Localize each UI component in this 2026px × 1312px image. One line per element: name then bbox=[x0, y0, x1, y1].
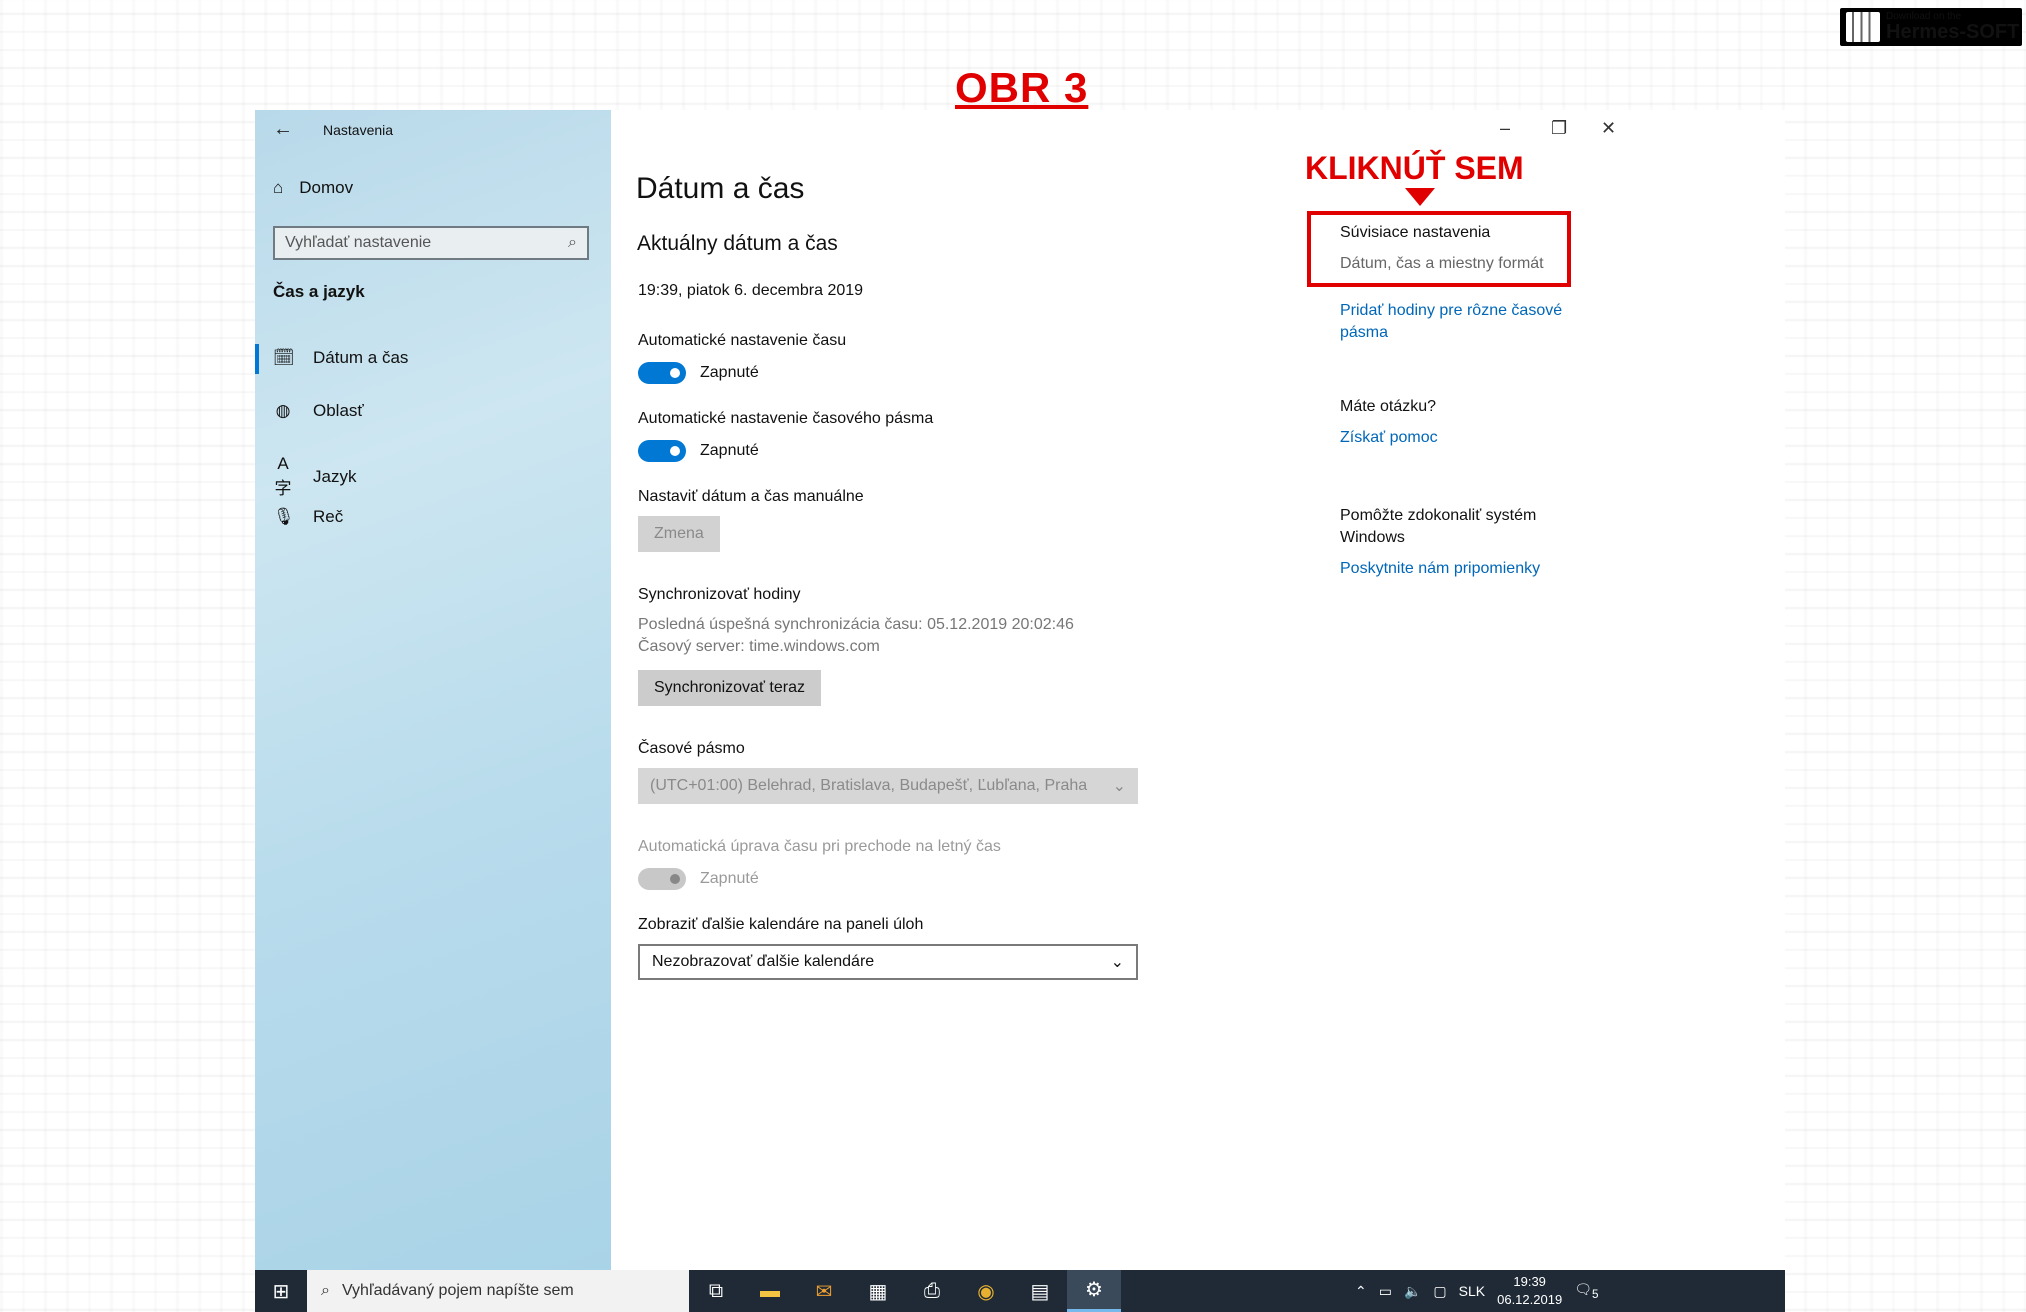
clock-date: 06.12.2019 bbox=[1497, 1292, 1563, 1307]
related-settings-heading: Súvisiace nastavenia bbox=[1340, 224, 1491, 241]
language-indicator[interactable]: SLK bbox=[1459, 1283, 1485, 1299]
store-icon[interactable]: ▦ bbox=[851, 1270, 905, 1312]
timezone-label: Časové pásmo bbox=[638, 740, 745, 757]
manual-label: Nastaviť dátum a čas manuálne bbox=[638, 488, 864, 505]
click-here-annotation: KLIKNÚŤ SEM bbox=[1305, 150, 1524, 186]
current-datetime: 19:39, piatok 6. decembra 2019 bbox=[638, 282, 864, 299]
hermes-soft-badge[interactable]: Download on the Hermes-SOFT bbox=[1840, 8, 2022, 46]
feedback-link[interactable]: Poskytnite nám pripomienky bbox=[1340, 560, 1540, 578]
sidebar-item-label: Jazyk bbox=[313, 466, 357, 486]
sidebar-item-label: Oblasť bbox=[313, 401, 364, 420]
improve-heading: Pomôžte zdokonaliť systém Windows bbox=[1340, 507, 1537, 546]
clock[interactable]: 19:39 06.12.2019 bbox=[1497, 1273, 1562, 1309]
microphone-icon: 🎙 bbox=[273, 507, 295, 526]
taskbar: ⊞ ⌕ Vyhľadávaný pojem napíšte sem ⧉ ▬ ✉ … bbox=[255, 1270, 1785, 1312]
book-icon bbox=[1846, 12, 1880, 42]
sync-label: Synchronizovať hodiny bbox=[638, 586, 801, 603]
change-button[interactable]: Zmena bbox=[638, 516, 720, 552]
toggle-switch[interactable] bbox=[638, 440, 686, 462]
badge-big-text: Hermes-SOFT bbox=[1886, 21, 2020, 43]
date-format-link[interactable]: Dátum, čas a miestny formát bbox=[1340, 255, 1544, 273]
toggle-state: Zapnuté bbox=[700, 870, 759, 887]
timezone-value: (UTC+01:00) Belehrad, Bratislava, Budape… bbox=[650, 777, 1088, 794]
outlook-icon[interactable]: ✉ bbox=[797, 1270, 851, 1312]
home-label: Domov bbox=[299, 178, 354, 197]
section-title: Aktuálny dátum a čas bbox=[637, 232, 838, 255]
annotation-arrow-icon bbox=[1405, 188, 1435, 206]
back-arrow-icon[interactable]: ← bbox=[273, 118, 293, 141]
notification-count: 5 bbox=[1591, 1287, 1599, 1301]
auto-timezone-label: Automatické nastavenie časového pásma bbox=[638, 410, 934, 427]
page-title: Dátum a čas bbox=[636, 172, 805, 205]
display-icon[interactable]: ▢ bbox=[1433, 1283, 1446, 1300]
toggle-state: Zapnuté bbox=[700, 364, 759, 381]
notification-icon[interactable]: 🗨5 bbox=[1574, 1281, 1598, 1301]
taskbar-search-input[interactable]: ⌕ Vyhľadávaný pojem napíšte sem bbox=[307, 1270, 689, 1312]
section-heading: Čas a jazyk bbox=[273, 282, 365, 301]
chevron-down-icon: ⌄ bbox=[1112, 778, 1126, 795]
restore-button[interactable]: ❐ bbox=[1551, 118, 1567, 139]
system-tray: ⌃ ▭ 🔈 ▢ SLK 19:39 06.12.2019 🗨5 bbox=[1355, 1270, 1598, 1312]
clock-time: 19:39 bbox=[1513, 1274, 1546, 1289]
settings-gear-icon[interactable]: ⚙ bbox=[1067, 1270, 1121, 1312]
question-heading: Máte otázku? bbox=[1340, 398, 1437, 415]
toggle-switch[interactable] bbox=[638, 362, 686, 384]
chevron-down-icon: ⌄ bbox=[1110, 954, 1124, 971]
home-icon: ⌂ bbox=[273, 178, 284, 197]
chrome-icon[interactable]: ◉ bbox=[959, 1270, 1013, 1312]
home-link[interactable]: ⌂ Domov bbox=[273, 178, 353, 198]
sidebar-item-speech[interactable]: 🎙 Reč bbox=[273, 507, 593, 527]
sidebar-item-region[interactable]: ◍ Oblasť bbox=[273, 401, 593, 421]
timezone-dropdown[interactable]: (UTC+01:00) Belehrad, Bratislava, Budape… bbox=[638, 768, 1138, 804]
task-view-icon[interactable]: ⧉ bbox=[689, 1270, 743, 1312]
auto-time-label: Automatické nastavenie času bbox=[638, 332, 847, 349]
sync-now-button[interactable]: Synchronizovať teraz bbox=[638, 670, 821, 706]
search-icon: ⌕ bbox=[321, 1282, 330, 1299]
close-button[interactable]: ✕ bbox=[1601, 118, 1616, 139]
network-icon[interactable]: ▭ bbox=[1379, 1283, 1392, 1300]
printer-icon[interactable]: ⎙ bbox=[905, 1270, 959, 1312]
sidebar-item-label: Dátum a čas bbox=[313, 348, 409, 367]
file-explorer-icon[interactable]: ▬ bbox=[743, 1270, 797, 1312]
search-placeholder: Vyhľadať nastavenie bbox=[285, 234, 432, 251]
calendars-value: Nezobrazovať ďalšie kalendáre bbox=[652, 953, 875, 970]
annotation-highlight-box bbox=[1307, 211, 1571, 287]
dst-label: Automatická úprava času pri prechode na … bbox=[638, 838, 1001, 855]
language-icon: A字 bbox=[274, 454, 292, 498]
figure-title: OBR 3 bbox=[955, 64, 1089, 111]
active-indicator bbox=[255, 344, 259, 374]
search-icon: ⌕ bbox=[568, 234, 577, 251]
auto-timezone-toggle[interactable]: Zapnuté bbox=[638, 440, 759, 462]
calculator-icon[interactable]: ▤ bbox=[1013, 1270, 1067, 1312]
last-sync-text: Posledná úspešná synchronizácia času: 05… bbox=[638, 616, 1074, 633]
globe-icon: ◍ bbox=[275, 401, 291, 420]
calendar-clock-icon: 🗓 bbox=[273, 348, 295, 367]
settings-window: ← Nastavenia ⌂ Domov Vyhľadať nastavenie… bbox=[255, 110, 1785, 1270]
dst-toggle[interactable]: Zapnuté bbox=[638, 868, 759, 890]
calendars-label: Zobraziť ďalšie kalendáre na paneli úloh bbox=[638, 916, 924, 933]
toggle-switch[interactable] bbox=[638, 868, 686, 890]
sidebar-item-label: Reč bbox=[313, 507, 344, 526]
sidebar: ← Nastavenia ⌂ Domov Vyhľadať nastavenie… bbox=[255, 110, 611, 1270]
windows-start-icon[interactable]: ⊞ bbox=[255, 1270, 307, 1312]
volume-icon[interactable]: 🔈 bbox=[1404, 1283, 1421, 1300]
settings-search-input[interactable]: Vyhľadať nastavenie ⌕ bbox=[273, 226, 589, 260]
sidebar-item-language[interactable]: A字 Jazyk bbox=[273, 454, 593, 499]
add-clocks-link[interactable]: Pridať hodiny pre rôzne časové pásma bbox=[1340, 300, 1580, 344]
window-title: Nastavenia bbox=[323, 122, 394, 138]
get-help-link[interactable]: Získať pomoc bbox=[1340, 429, 1438, 447]
toggle-state: Zapnuté bbox=[700, 442, 759, 459]
taskbar-search-placeholder: Vyhľadávaný pojem napíšte sem bbox=[341, 1282, 574, 1299]
time-server-text: Časový server: time.windows.com bbox=[638, 638, 880, 655]
chevron-up-icon[interactable]: ⌃ bbox=[1355, 1283, 1367, 1300]
auto-time-toggle[interactable]: Zapnuté bbox=[638, 362, 759, 384]
calendars-dropdown[interactable]: Nezobrazovať ďalšie kalendáre ⌄ bbox=[638, 944, 1138, 980]
sidebar-item-date-time[interactable]: 🗓 Dátum a čas bbox=[273, 348, 593, 368]
minimize-button[interactable]: – bbox=[1500, 118, 1510, 139]
